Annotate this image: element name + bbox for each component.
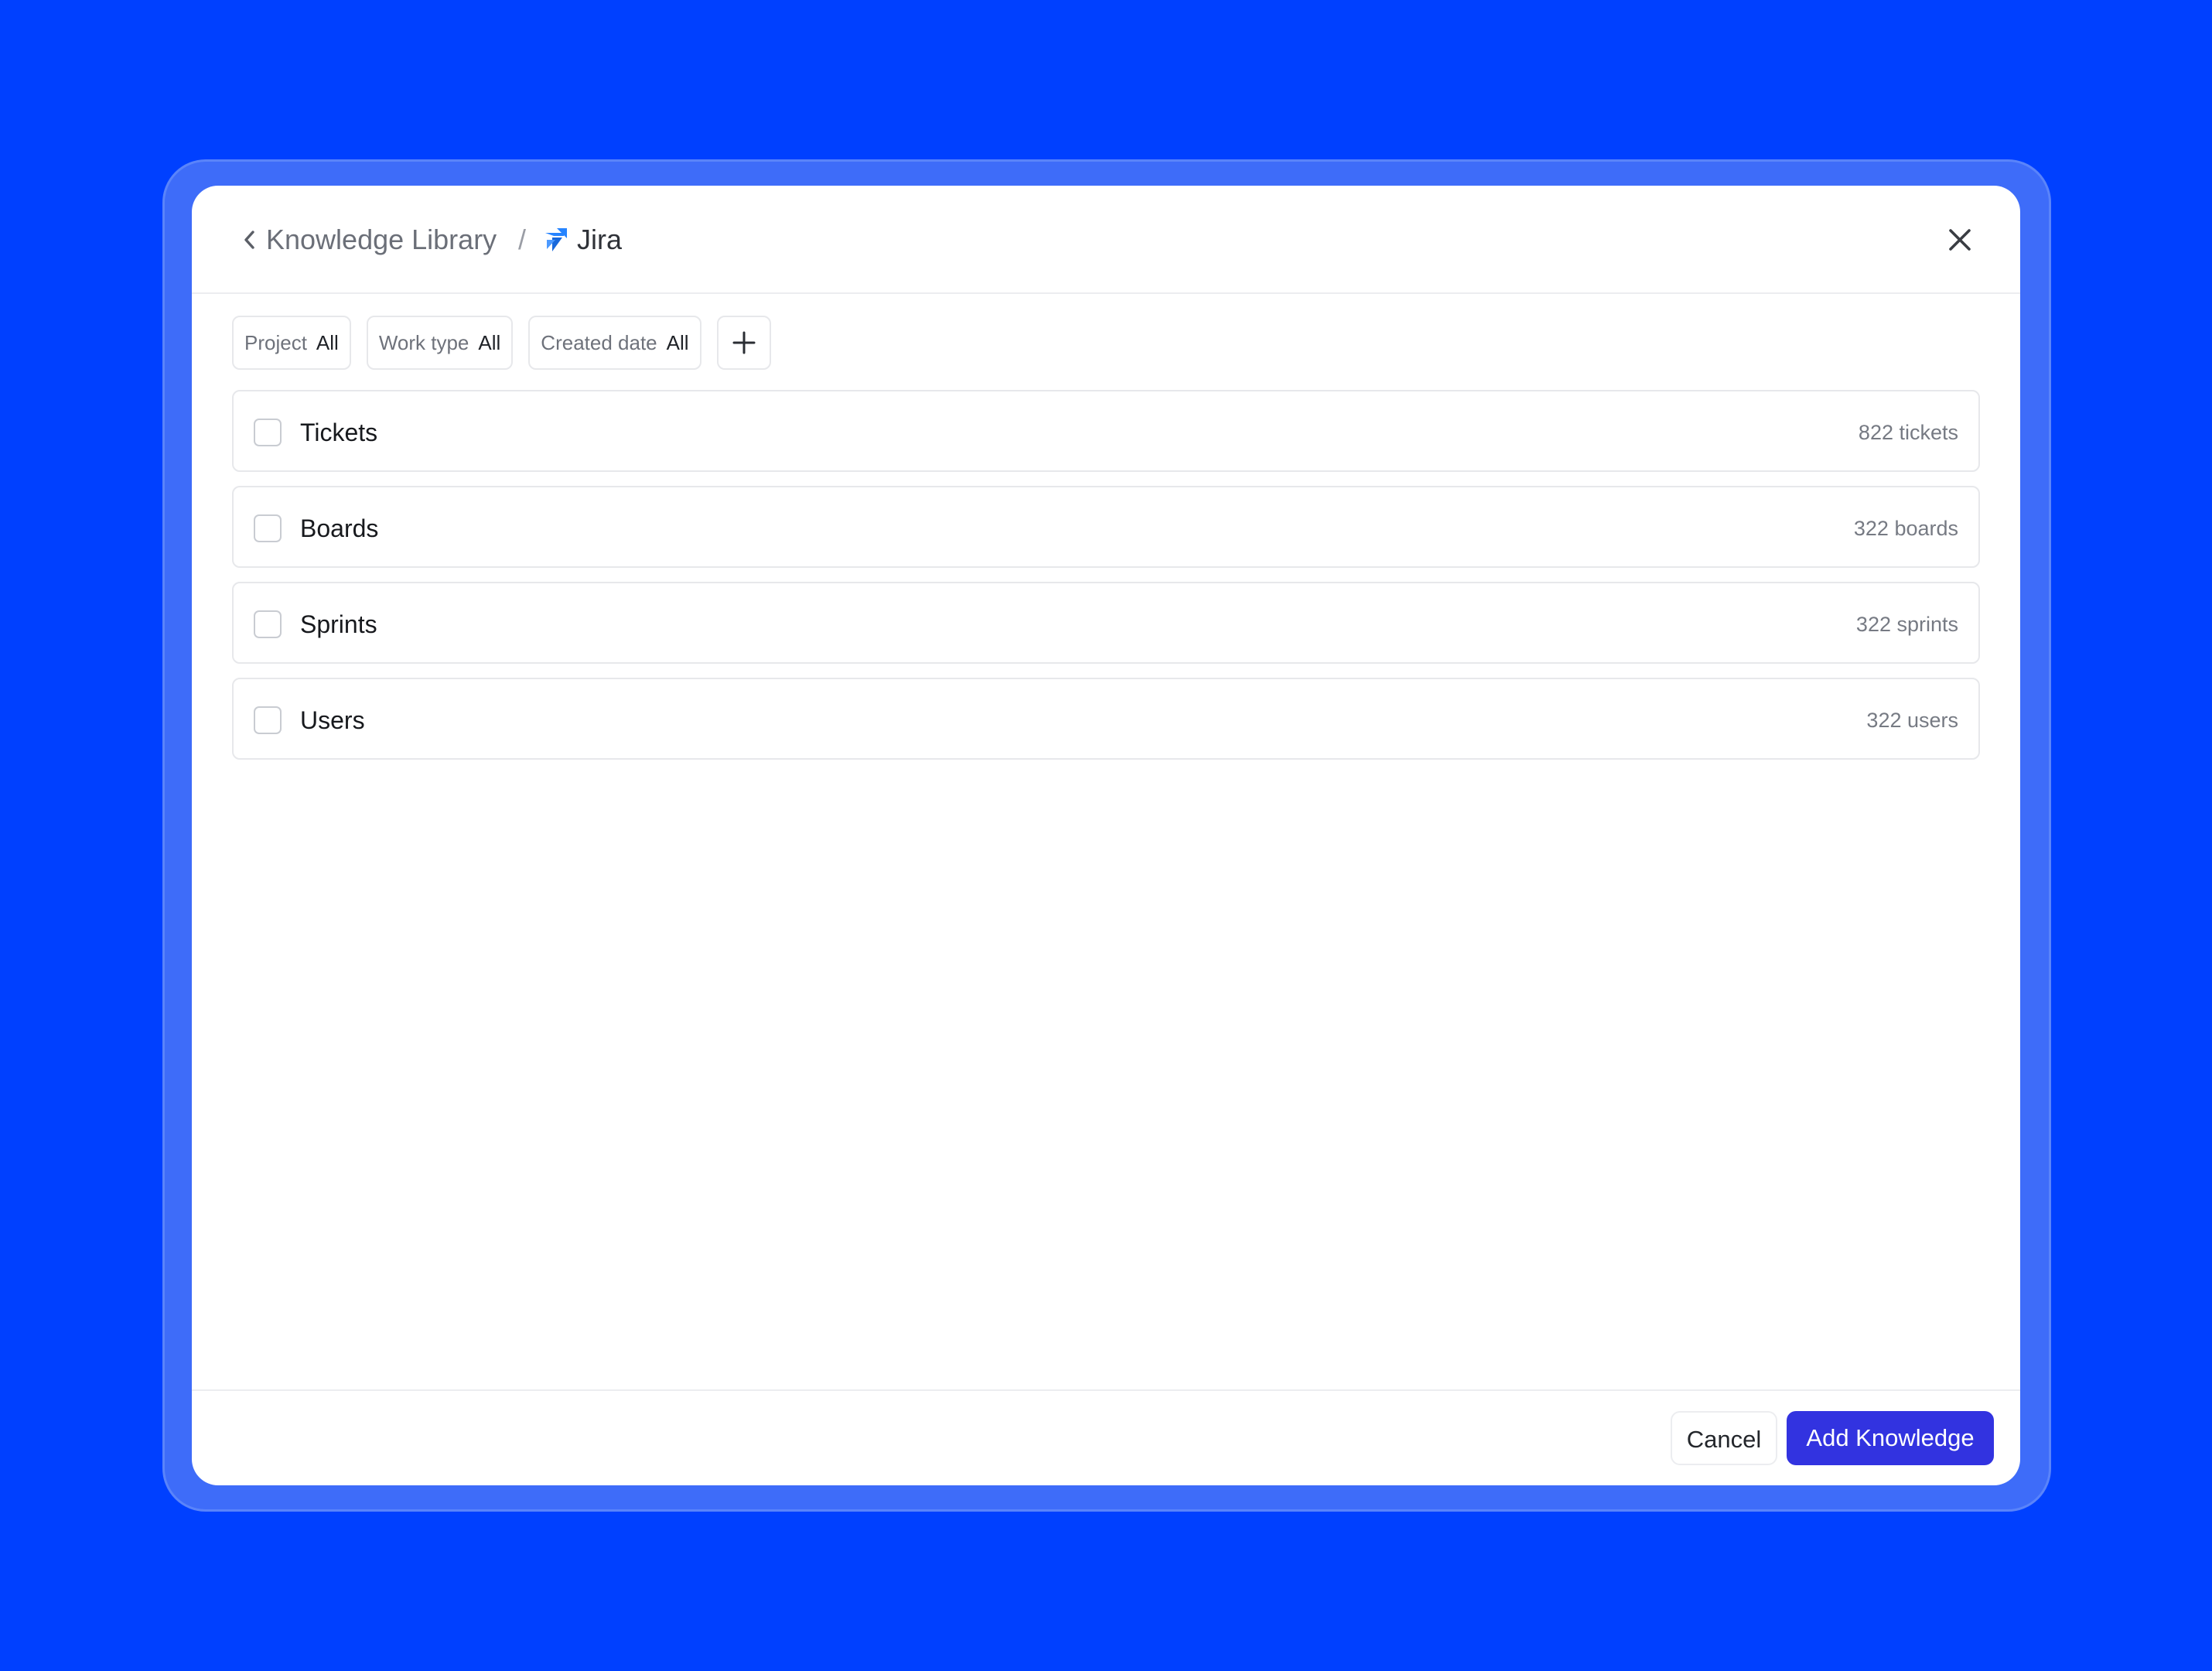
breadcrumb-separator: / (518, 224, 527, 255)
breadcrumb-knowledge-library[interactable]: Knowledge Library (266, 220, 497, 260)
filter-label: Work type (378, 330, 469, 354)
list-item-sprints[interactable]: Sprints 322 sprints (232, 582, 1980, 664)
filter-value: All (478, 330, 501, 354)
filter-project[interactable]: Project All (232, 316, 351, 370)
filter-value: All (666, 330, 689, 354)
item-label: Users (300, 706, 365, 734)
item-label: Boards (300, 514, 379, 542)
list-item-boards[interactable]: Boards 322 boards (232, 486, 1980, 568)
add-filter-button[interactable] (716, 316, 771, 370)
filter-bar: Project All Work type All Created date A… (232, 316, 771, 370)
chevron-left-icon[interactable] (238, 226, 261, 254)
item-count: 322 boards (1853, 517, 1958, 540)
add-knowledge-button[interactable]: Add Knowledge (1787, 1411, 1994, 1465)
breadcrumb-current-jira: Jira (577, 224, 623, 255)
close-icon[interactable] (1940, 220, 1980, 260)
knowledge-source-dialog: Knowledge Library / Jira Project All Wor… (192, 186, 2020, 1485)
filter-value: All (316, 330, 339, 354)
item-count: 822 tickets (1858, 421, 1958, 444)
knowledge-item-list: Tickets 822 tickets Boards 322 boards Sp… (232, 390, 1980, 774)
filter-label: Created date (541, 330, 657, 354)
item-checkbox[interactable] (254, 514, 282, 542)
list-item-users[interactable]: Users 322 users (232, 678, 1980, 760)
item-label: Tickets (300, 419, 378, 446)
filter-label: Project (244, 330, 307, 354)
plus-icon (732, 331, 756, 354)
item-checkbox[interactable] (254, 610, 282, 638)
item-count: 322 users (1866, 709, 1958, 732)
jira-logo-icon (545, 228, 567, 251)
list-item-tickets[interactable]: Tickets 822 tickets (232, 390, 1980, 472)
filter-created-date[interactable]: Created date All (528, 316, 701, 370)
cancel-button[interactable]: Cancel (1671, 1411, 1777, 1465)
item-label: Sprints (300, 610, 377, 638)
item-count: 322 sprints (1855, 613, 1958, 636)
dialog-footer: Cancel Add Knowledge (192, 1389, 2020, 1485)
item-checkbox[interactable] (254, 706, 282, 734)
dialog-header: Knowledge Library / Jira (192, 186, 2020, 294)
filter-work-type[interactable]: Work type All (366, 316, 514, 370)
item-checkbox[interactable] (254, 419, 282, 446)
